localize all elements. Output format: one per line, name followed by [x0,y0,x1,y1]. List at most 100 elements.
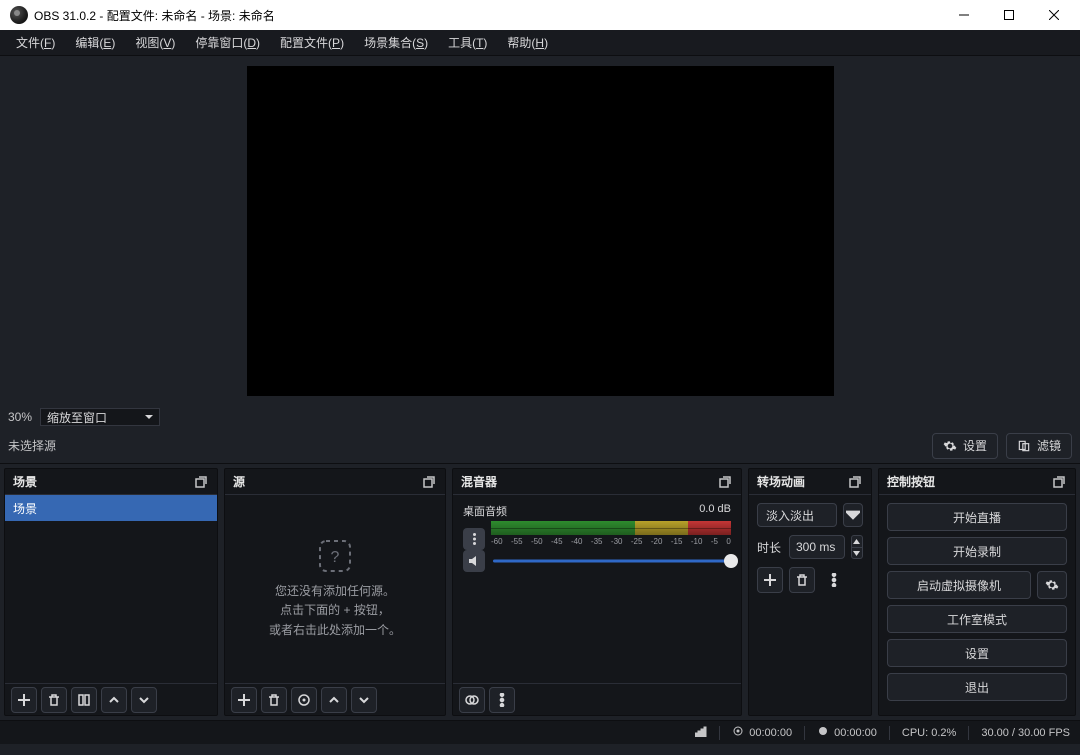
source-filters-button[interactable]: 滤镜 [1006,433,1072,459]
mixer-vu-meter [491,521,731,535]
controls-panel: 控制按钮 开始直播 开始录制 启动虚拟摄像机 工作室模式 设置 退出 [878,468,1076,716]
status-fps: 30.00 / 30.00 FPS [981,727,1070,739]
zoom-percent: 30% [8,410,32,424]
scene-move-down-button[interactable] [131,687,157,713]
preview-area [0,56,1080,406]
scenes-panel-title: 场景 [13,473,37,490]
studio-mode-button[interactable]: 工作室模式 [887,605,1067,633]
dock-area: 场景 场景 源 ? 您还没有添加任何源。 点击下面的 + 按钮， 或者 [0,464,1080,720]
virtualcam-settings-button[interactable] [1037,571,1067,599]
status-cpu: CPU: 0.2% [902,727,956,739]
scene-move-up-button[interactable] [101,687,127,713]
controls-panel-title: 控制按钮 [887,473,935,490]
source-toolbar: 未选择源 设置 滤镜 [0,428,1080,464]
close-button[interactable] [1031,0,1076,30]
source-properties-button[interactable] [291,687,317,713]
start-recording-button[interactable]: 开始录制 [887,537,1067,565]
source-remove-button[interactable] [261,687,287,713]
preview-canvas[interactable] [247,66,834,396]
transition-select[interactable]: 淡入淡出 [757,503,837,527]
window-title: OBS 31.0.2 - 配置文件: 未命名 - 场景: 未命名 [34,7,941,24]
scene-filter-button[interactable] [71,687,97,713]
transition-duration-label: 时长 [757,539,783,556]
transition-duration-input[interactable]: 300 ms [789,535,845,559]
zoom-mode-value: 缩放至窗口 [47,409,107,426]
status-live: 00:00:00 [732,725,792,740]
statusbar: 00:00:00 00:00:00 CPU: 0.2% 30.00 / 30.0… [0,720,1080,744]
source-settings-button[interactable]: 设置 [932,433,998,459]
minimize-button[interactable] [941,0,986,30]
zoom-mode-select[interactable]: 缩放至窗口 [40,408,160,426]
source-move-up-button[interactable] [321,687,347,713]
mixer-panel: 混音器 桌面音频 0.0 dB -60-55-50-45-40-35-30-2 [452,468,742,716]
filters-icon [1017,439,1031,453]
sources-panel: 源 ? 您还没有添加任何源。 点击下面的 + 按钮， 或者右击此处添加一个。 [224,468,446,716]
transition-select-dropdown-button[interactable] [843,503,863,527]
mixer-advanced-button[interactable] [459,687,485,713]
transitions-panel-title: 转场动画 [757,473,805,490]
zoom-row: 30% 缩放至窗口 [0,406,1080,428]
transition-select-value: 淡入淡出 [766,507,814,524]
menu-help[interactable]: 帮助(H) [497,30,558,55]
source-settings-label: 设置 [963,437,987,454]
sources-empty-state[interactable]: ? 您还没有添加任何源。 点击下面的 + 按钮， 或者右击此处添加一个。 [225,495,445,683]
scenes-panel: 场景 场景 [4,468,218,716]
transition-duration-down-button[interactable] [851,547,863,559]
mixer-popout-icon[interactable] [717,474,733,490]
mixer-menu-button[interactable] [489,687,515,713]
menu-profile[interactable]: 配置文件(P) [270,30,354,55]
mixer-panel-title: 混音器 [461,473,497,490]
menu-docks[interactable]: 停靠窗口(D) [185,30,270,55]
sources-popout-icon[interactable] [421,474,437,490]
menu-file[interactable]: 文件(F) [6,30,65,55]
source-add-button[interactable] [231,687,257,713]
maximize-button[interactable] [986,0,1031,30]
mixer-mute-button[interactable] [463,550,485,572]
menubar: 文件(F) 编辑(E) 视图(V) 停靠窗口(D) 配置文件(P) 场景集合(S… [0,30,1080,56]
status-live-time: 00:00:00 [749,727,792,739]
mixer-channel-menu-button[interactable] [463,528,485,550]
transition-remove-button[interactable] [789,567,815,593]
scene-item[interactable]: 场景 [5,495,217,521]
start-virtualcam-button[interactable]: 启动虚拟摄像机 [887,571,1031,599]
start-streaming-button[interactable]: 开始直播 [887,503,1067,531]
menu-scene-collection[interactable]: 场景集合(S) [354,30,438,55]
scenes-popout-icon[interactable] [193,474,209,490]
transition-duration-value: 300 ms [796,540,835,554]
sources-panel-title: 源 [233,473,245,490]
menu-view[interactable]: 视图(V) [125,30,185,55]
controls-popout-icon[interactable] [1051,474,1067,490]
broadcast-icon [732,725,744,740]
mixer-channel-name: 桌面音频 [463,503,507,519]
transitions-panel: 转场动画 淡入淡出 时长 300 ms [748,468,872,716]
transition-duration-up-button[interactable] [851,535,863,547]
sources-empty-line3: 或者右击此处添加一个。 [269,621,401,640]
source-filters-label: 滤镜 [1037,437,1061,454]
transition-add-button[interactable] [757,567,783,593]
chevron-down-icon [145,413,153,421]
exit-button[interactable]: 退出 [887,673,1067,701]
scene-add-button[interactable] [11,687,37,713]
status-recording: 00:00:00 [817,725,877,740]
sources-placeholder-icon: ? [317,538,353,574]
gear-icon [943,439,957,453]
no-source-selected-label: 未选择源 [8,437,56,454]
mixer-volume-slider[interactable] [493,555,731,567]
menu-edit[interactable]: 编辑(E) [65,30,125,55]
status-rec-time: 00:00:00 [834,727,877,739]
menu-tools[interactable]: 工具(T) [438,30,497,55]
mixer-tick-labels: -60-55-50-45-40-35-30-25-20-15-10-50 [491,537,731,546]
mixer-channel-db: 0.0 dB [699,503,731,519]
transitions-popout-icon[interactable] [847,474,863,490]
scene-remove-button[interactable] [41,687,67,713]
scene-item-label: 场景 [13,500,37,517]
signal-icon [695,725,707,740]
sources-empty-line2: 点击下面的 + 按钮， [269,601,401,620]
settings-button[interactable]: 设置 [887,639,1067,667]
transition-properties-button[interactable] [821,567,847,593]
mixer-channel: 桌面音频 0.0 dB -60-55-50-45-40-35-30-25-20-… [453,495,741,578]
mixer-volume-thumb[interactable] [724,554,738,568]
source-move-down-button[interactable] [351,687,377,713]
titlebar: OBS 31.0.2 - 配置文件: 未命名 - 场景: 未命名 [0,0,1080,30]
record-icon [817,725,829,740]
